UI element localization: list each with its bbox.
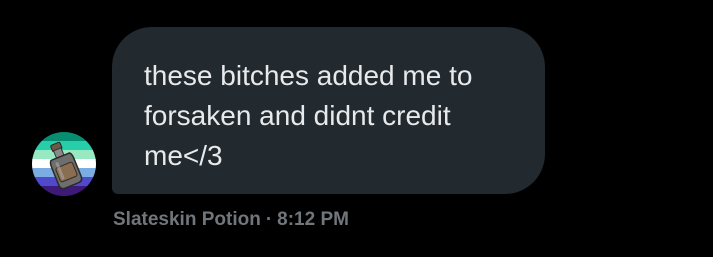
dm-conversation: these bitches added me to forsaken and d… (0, 0, 713, 257)
message-text: these bitches added me to forsaken and d… (144, 60, 481, 171)
potion-bottle-icon (32, 132, 96, 196)
message-bubble[interactable]: these bitches added me to forsaken and d… (112, 27, 545, 194)
sender-name[interactable]: Slateskin Potion (113, 209, 261, 230)
message-timestamp: 8:12 PM (277, 209, 349, 230)
sender-avatar[interactable] (32, 132, 96, 196)
meta-separator: · (265, 209, 273, 230)
message-meta: Slateskin Potion · 8:12 PM (113, 207, 349, 233)
